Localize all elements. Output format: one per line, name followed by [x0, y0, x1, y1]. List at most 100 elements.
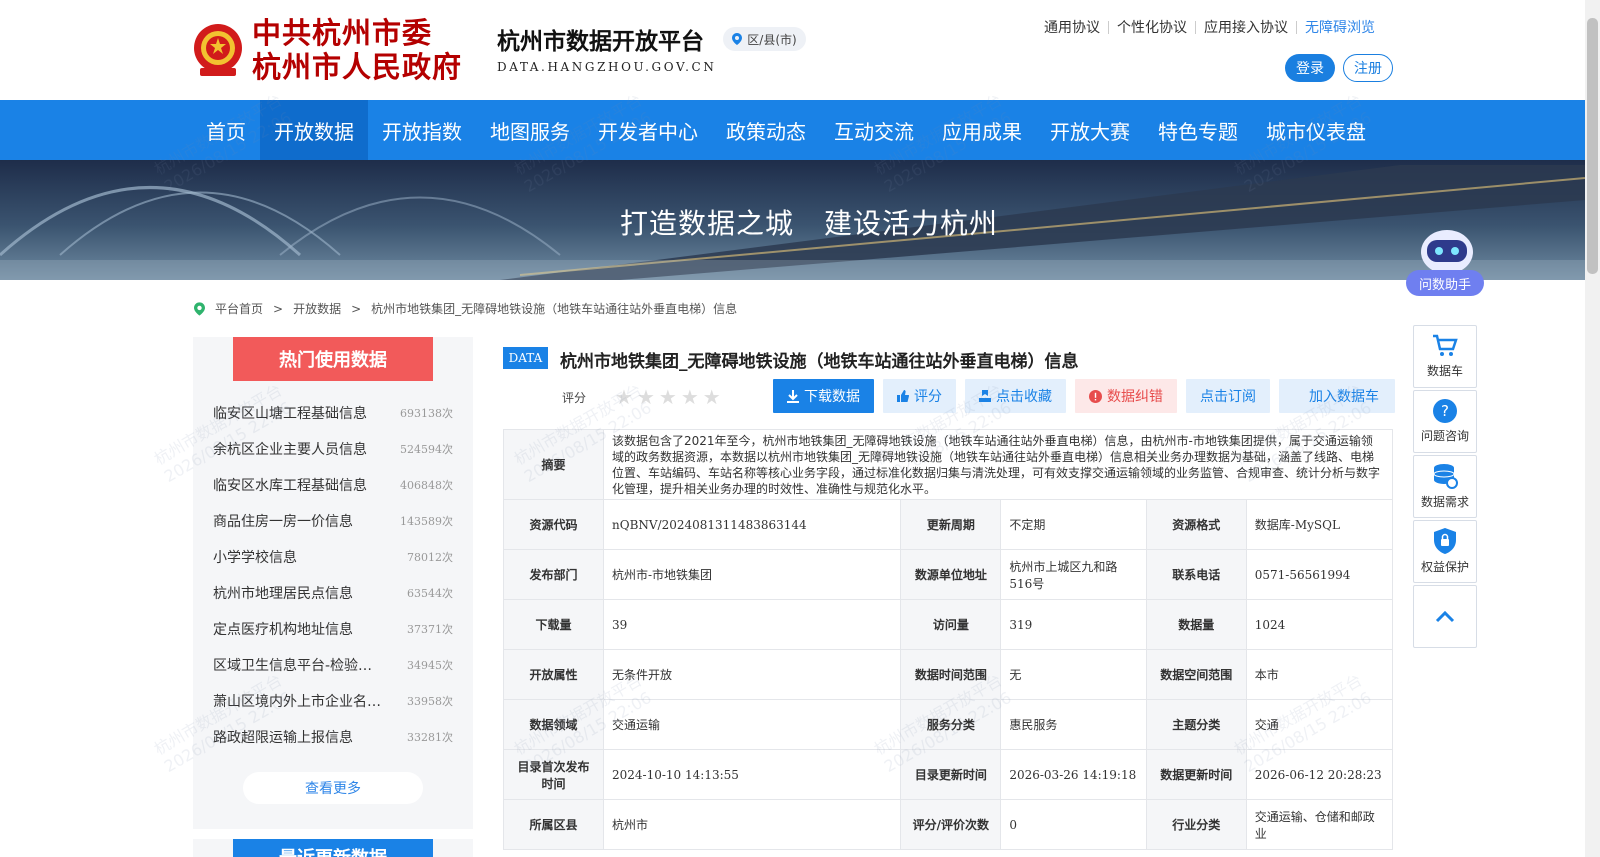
nav-open-data[interactable]: 开放数据 — [260, 100, 368, 160]
hot-item-name: 临安区水库工程基础信息 — [213, 478, 367, 494]
rights-protection-tool[interactable]: 权益保护 — [1413, 520, 1477, 583]
hot-item-name: 小学学校信息 — [213, 550, 297, 566]
main-nav: 首页 开放数据 开放指数 地图服务 开发者中心 政策动态 互动交流 应用成果 开… — [0, 100, 1585, 160]
hot-item-count: 33958次 — [407, 695, 453, 708]
tool-label: 数据车 — [1426, 364, 1463, 378]
field-key: 数据更新时间 — [1145, 749, 1247, 800]
list-item[interactable]: 定点医疗机构地址信息 37371次 — [213, 611, 453, 647]
field-value: 2024-10-10 14:13:55 — [602, 749, 902, 800]
star-icon[interactable]: ★ — [659, 385, 677, 409]
tool-label: 权益保护 — [1420, 560, 1469, 574]
list-item[interactable]: 临安区山塘工程基础信息 693138次 — [213, 395, 453, 431]
table-row: 所属区县 杭州市 评分/评价次数 0 行业分类 交通运输、仓储和邮政业 — [503, 799, 1394, 850]
breadcrumb: 平台首页 > 开放数据 > 杭州市地铁集团_无障碍地铁设施（地铁车站通往站外垂直… — [194, 300, 737, 317]
field-value: 惠民服务 — [1000, 699, 1147, 750]
dataset-actions: 下载数据 评分 点击收藏 数据纠错 点击订阅 加入数据车 — [773, 379, 1395, 413]
hot-data-list: 临安区山塘工程基础信息 693138次 余杭区企业主要人员信息 524594次 临安… — [213, 395, 453, 755]
dataset-info-table: 摘要 该数据包含了2021年至今，杭州市地铁集团_无障碍地铁设施（地铁车站通往站… — [503, 429, 1394, 850]
list-item[interactable]: 区域卫生信息平台-检验… 34945次 — [213, 647, 453, 683]
list-item[interactable]: 余杭区企业主要人员信息 524594次 — [213, 431, 453, 467]
breadcrumb-open-data[interactable]: 开放数据 — [293, 300, 341, 317]
data-cart-tool[interactable]: 数据车 — [1413, 325, 1477, 388]
shield-lock-icon — [1434, 528, 1456, 554]
question-tool[interactable]: ? 问题咨询 — [1413, 390, 1477, 453]
table-row: 数据领域 交通运输 服务分类 惠民服务 主题分类 交通 — [503, 699, 1394, 750]
register-button[interactable]: 注册 — [1343, 54, 1393, 82]
nav-open-index[interactable]: 开放指数 — [368, 100, 476, 160]
hot-item-name: 余杭区企业主要人员信息 — [213, 442, 367, 458]
star-icon[interactable]: ★ — [681, 385, 699, 409]
field-value: 2026-03-26 14:19:18 — [1000, 749, 1147, 800]
download-data-button[interactable]: 下载数据 — [773, 379, 874, 413]
list-item[interactable]: 商品住房一房一价信息 143589次 — [213, 503, 453, 539]
link-accessibility[interactable]: 无障碍浏览 — [1305, 17, 1375, 37]
list-item[interactable]: 杭州市地理居民点信息 63544次 — [213, 575, 453, 611]
rate-button[interactable]: 评分 — [883, 379, 956, 413]
field-key: 服务分类 — [900, 699, 1002, 750]
rating-stars[interactable]: ★ ★ ★ ★ ★ — [615, 385, 721, 409]
hot-item-name: 路政超限运输上报信息 — [213, 730, 353, 746]
list-item[interactable]: 小学学校信息 78012次 — [213, 539, 453, 575]
platform-title[interactable]: 杭州市数据开放平台 — [497, 22, 704, 56]
report-error-button[interactable]: 数据纠错 — [1075, 379, 1177, 413]
field-value: 1024 — [1245, 599, 1394, 650]
login-button[interactable]: 登录 — [1285, 54, 1335, 82]
divider — [1195, 20, 1196, 34]
link-general-agreement[interactable]: 通用协议 — [1044, 17, 1100, 37]
hot-item-name: 萧山区境内外上市企业名… — [213, 694, 381, 710]
assistant-label[interactable]: 问数助手 — [1406, 270, 1484, 296]
nav-policy-news[interactable]: 政策动态 — [712, 100, 820, 160]
table-row: 资源代码 nQBNV/2024081311483863144 更新周期 不定期 资源… — [503, 499, 1394, 550]
breadcrumb-home[interactable]: 平台首页 — [215, 300, 263, 317]
nav-interaction[interactable]: 互动交流 — [820, 100, 928, 160]
view-more-button[interactable]: 查看更多 — [243, 772, 423, 804]
nav-city-dashboard[interactable]: 城市仪表盘 — [1252, 100, 1380, 160]
district-selector[interactable]: 区/县(市) — [723, 27, 806, 51]
field-value: 交通运输 — [602, 699, 902, 750]
summary-key: 摘要 — [503, 429, 604, 500]
summary-text: 该数据包含了2021年至今，杭州市地铁集团_无障碍地铁设施（地铁车站通往站外垂直… — [603, 429, 1393, 500]
subscribe-label: 点击订阅 — [1200, 389, 1256, 405]
breadcrumb-current: 杭州市地铁集团_无障碍地铁设施（地铁车站通往站外垂直电梯）信息 — [371, 302, 738, 316]
data-demand-tool[interactable]: 数据需求 — [1413, 455, 1477, 518]
field-value: nQBNV/2024081311483863144 — [602, 499, 902, 550]
scrollbar-thumb[interactable] — [1587, 18, 1598, 274]
favorite-button[interactable]: 点击收藏 — [965, 379, 1066, 413]
dataset-title: 杭州市地铁集团_无障碍地铁设施（地铁车站通往站外垂直电梯）信息 — [560, 352, 1079, 372]
link-app-access-agreement[interactable]: 应用接入协议 — [1204, 17, 1288, 37]
field-value: 交通 — [1245, 699, 1394, 750]
location-pin-icon — [732, 33, 743, 45]
field-key: 数据空间范围 — [1145, 649, 1247, 700]
nav-map-service[interactable]: 地图服务 — [476, 100, 584, 160]
list-item[interactable]: 路政超限运输上报信息 33281次 — [213, 719, 453, 755]
field-key: 评分/评价次数 — [900, 799, 1002, 850]
table-row: 开放属性 无条件开放 数据时间范围无 数据空间范围 本市 — [503, 649, 1394, 700]
database-icon — [1433, 464, 1458, 489]
link-personal-agreement[interactable]: 个性化协议 — [1117, 17, 1187, 37]
field-value: 交通运输、仓储和邮政业 — [1245, 799, 1394, 850]
list-item[interactable]: 萧山区境内外上市企业名… 33958次 — [213, 683, 453, 719]
field-key: 数源单位地址 — [900, 549, 1002, 600]
add-to-cart-button[interactable]: 加入数据车 — [1279, 379, 1395, 413]
nav-competition[interactable]: 开放大赛 — [1036, 100, 1144, 160]
field-key: 更新周期 — [900, 499, 1002, 550]
star-icon[interactable]: ★ — [637, 385, 655, 409]
platform-url: DATA.HANGZHOU.GOV.CN — [497, 60, 717, 74]
page-scrollbar[interactable] — [1585, 0, 1600, 857]
nav-home[interactable]: 首页 — [192, 100, 260, 160]
nav-special-topics[interactable]: 特色专题 — [1144, 100, 1252, 160]
list-item[interactable]: 临安区水库工程基础信息 406848次 — [213, 467, 453, 503]
site-header: 中共杭州市委 杭州市人民政府 杭州市数据开放平台 DATA.HANGZHOU.G… — [0, 0, 1585, 100]
star-icon[interactable]: ★ — [615, 385, 633, 409]
divider — [1108, 20, 1109, 34]
nav-applications[interactable]: 应用成果 — [928, 100, 1036, 160]
field-key: 下载量 — [503, 599, 604, 650]
field-key: 数据时间范围 — [900, 649, 1002, 700]
cart-icon — [1433, 334, 1458, 356]
subscribe-button[interactable]: 点击订阅 — [1186, 379, 1270, 413]
field-key: 目录首次发布时间 — [503, 749, 604, 800]
star-icon[interactable]: ★ — [703, 385, 721, 409]
nav-developer-center[interactable]: 开发者中心 — [584, 100, 712, 160]
field-value: 0 — [1000, 799, 1147, 850]
back-to-top-button[interactable] — [1413, 585, 1477, 648]
